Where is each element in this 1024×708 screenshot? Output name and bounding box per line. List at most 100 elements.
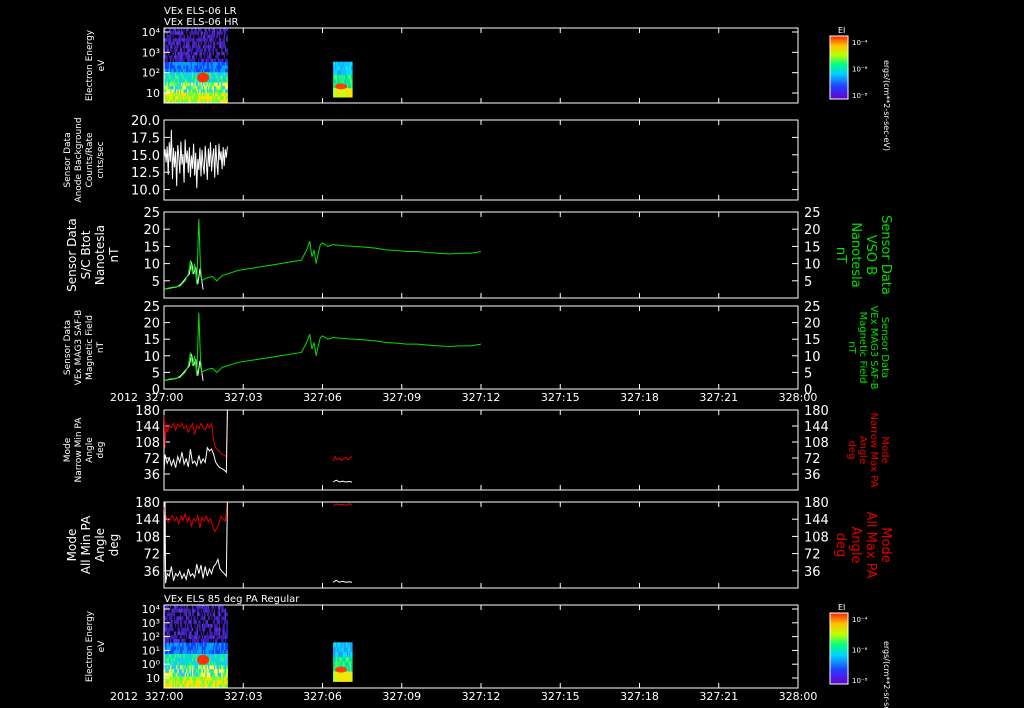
panel-pa_all xyxy=(163,501,799,589)
y-tick-label-els06: 10 xyxy=(146,87,160,100)
panel-els85 xyxy=(163,604,849,689)
x-tick-label: 327:18 xyxy=(620,391,659,404)
heatmap-cell-els06 xyxy=(226,48,228,53)
heatmap-cell-els06 xyxy=(226,55,228,60)
heatmap-cell-els85 xyxy=(226,616,228,621)
heatmap-cell-els85 xyxy=(226,612,228,617)
x-tick-label: 327:09 xyxy=(382,690,421,703)
panel-frame-els06 xyxy=(163,27,799,104)
right-axis-label-bmag: Nanotesla xyxy=(848,222,863,287)
y-tick-label-mag3: 20 xyxy=(143,317,160,332)
heatmap-cell-els06 xyxy=(226,28,228,32)
y-tick-label-pa_all: 36 xyxy=(143,565,160,580)
heatmap-cell-els06 xyxy=(226,68,228,73)
panel-bmag xyxy=(163,211,799,299)
right-axis-label-pa_narrow: Narrow Max PA xyxy=(868,413,879,488)
heatmap-cell-els85 xyxy=(351,656,353,663)
y-axis-label-pa_all: All Min PA xyxy=(79,515,93,574)
heatmap-cell-els06 xyxy=(351,83,353,89)
heatmap-cell-els85 xyxy=(226,623,228,629)
y-axis-label-bmag: Sensor Data xyxy=(65,218,79,292)
chart-canvas: VEx ELS-06 LRVEx ELS-06 HR 10 10² 10³ 10⁴ Ele… xyxy=(63,6,893,708)
y-tick-label-pa_narrow: 72 xyxy=(143,452,160,467)
x-tick-label: 327:00 xyxy=(145,690,184,703)
y-tick-label-right-mag3: 5 xyxy=(804,366,812,381)
heatmap-cell-els06 xyxy=(226,51,228,56)
y-tick-label-right-pa_narrow: 72 xyxy=(804,452,821,467)
colorbar-tick-label: 10⁻⁴ xyxy=(852,616,868,624)
y-tick-label-background: 17.5 xyxy=(131,131,160,146)
series-line-pa_narrow xyxy=(163,409,228,458)
y-tick-label-right-pa_all: 72 xyxy=(804,548,821,563)
y-tick-label-els06: 10³ xyxy=(142,46,160,59)
y-tick-label-right-pa_all: 144 xyxy=(804,513,829,528)
heatmap-cell-els06 xyxy=(226,38,228,43)
heatmap-cell-els06 xyxy=(226,96,228,101)
y-axis-label-background: Counts/Rate xyxy=(85,132,95,188)
y-axis-label-bmag: S/C Btot xyxy=(79,230,93,279)
y-axis-label-els06: Electron Energy xyxy=(85,29,95,101)
y-tick-label-mag3: 10 xyxy=(143,350,160,365)
y-axis-label-bmag: Nanotesla xyxy=(93,225,107,285)
y-tick-label-background: 10.0 xyxy=(131,184,160,199)
heatmap-cell-els06 xyxy=(351,70,353,76)
heatmap-cell-els85 xyxy=(351,676,353,682)
panel-frame-pa_all xyxy=(163,501,799,589)
panel-title: VEx ELS-06 LR xyxy=(164,6,237,17)
y-tick-label-right-bmag: 10 xyxy=(804,258,821,273)
panel-mag3 xyxy=(163,305,799,390)
heatmap-cell-els85 xyxy=(226,631,228,636)
right-axis-label-bmag: Sensor Data xyxy=(878,215,893,295)
y-tick-label-mag3: 5 xyxy=(152,366,160,381)
heatmap-cell-els85 xyxy=(226,680,228,685)
colorbar-els85 xyxy=(829,612,849,685)
heatmap-cell-els06 xyxy=(226,65,228,70)
y-axis-label-background: Sensor Data xyxy=(63,132,73,187)
x-tick-label: 327:18 xyxy=(620,690,659,703)
x-tick-label: 327:21 xyxy=(699,690,738,703)
x-tick-label: 328:00 xyxy=(779,391,818,404)
y-tick-label-pa_narrow: 36 xyxy=(143,468,160,483)
y-axis-label-pa_narrow: Angle xyxy=(85,437,95,463)
heatmap-cell-els06 xyxy=(226,72,228,77)
y-tick-label-right-pa_narrow: 144 xyxy=(804,420,829,435)
heatmap-cell-els85 xyxy=(226,654,228,659)
colorbar-els06 xyxy=(829,35,849,100)
heatmap-cell-els85 xyxy=(351,652,353,658)
panel-title: VEx ELS-06 HR xyxy=(164,17,239,28)
y-axis-label-mag3: Magnetic Field xyxy=(85,315,95,380)
series-line-bmag xyxy=(163,218,482,290)
panel-frame-background xyxy=(163,119,799,201)
right-axis-label-pa_all: deg xyxy=(833,533,848,558)
colorbar-unit-label: ergs/(cm**2-sr-sec-eV) xyxy=(882,641,891,708)
y-axis-label-els85: eV xyxy=(97,640,107,653)
y-tick-label-bmag: 20 xyxy=(143,223,160,238)
y-tick-label-bmag: 25 xyxy=(143,206,160,221)
series-line-pa_all xyxy=(332,503,353,507)
heatmap-cell-els85 xyxy=(351,671,353,677)
x-tick-label: 327:03 xyxy=(224,391,263,404)
panel-frame-bmag xyxy=(163,211,799,299)
y-tick-label-background: 12.5 xyxy=(131,166,160,181)
y-tick-label-pa_narrow: 144 xyxy=(135,420,160,435)
y-axis-label-pa_narrow: Narrow Min PA xyxy=(74,417,84,483)
y-tick-label-pa_all: 72 xyxy=(143,548,160,563)
heatmap-cell-els85 xyxy=(226,638,228,644)
heatmap-cell-els85 xyxy=(226,657,228,663)
x-tick-label: 327:06 xyxy=(303,391,342,404)
heatmap-cell-els06 xyxy=(351,79,353,85)
heatmap-cell-els06 xyxy=(351,61,353,67)
x-tick-label: 327:00 xyxy=(145,391,184,404)
x-tick-label: 327:03 xyxy=(224,690,263,703)
y-tick-label-right-pa_all: 180 xyxy=(804,496,829,511)
y-tick-label-background: 20.0 xyxy=(131,114,160,129)
y-tick-label-pa_narrow: 108 xyxy=(135,436,160,451)
y-axis-label-pa_all: Mode xyxy=(65,529,79,562)
y-tick-label-els85: 10⁴ xyxy=(142,603,161,616)
y-tick-label-els85: 10¹ xyxy=(142,644,160,657)
heatmap-cell-els85 xyxy=(226,605,228,610)
heatmap-cell-els06 xyxy=(226,62,228,66)
y-tick-label-els06: 10² xyxy=(142,67,160,80)
y-axis-label-mag3: nT xyxy=(96,341,106,353)
heatmap-cell-els85 xyxy=(226,620,228,625)
